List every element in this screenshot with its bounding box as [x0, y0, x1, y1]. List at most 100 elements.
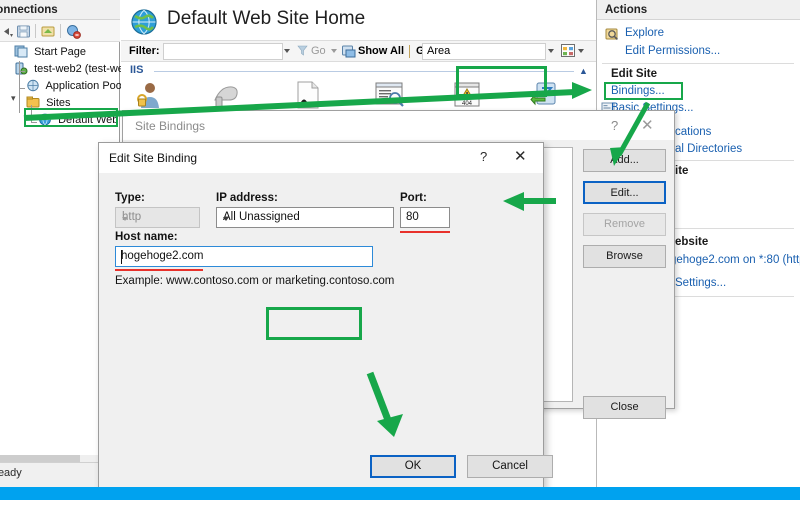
add-binding-button[interactable]: Add...	[583, 149, 666, 172]
tree-item-label: test-web2 (test-web	[34, 63, 131, 75]
edit-binding-titlebar: Edit Site Binding ? ✕	[99, 143, 543, 173]
show-all-icon	[342, 44, 356, 61]
back-icon[interactable]	[0, 24, 15, 39]
tree-line	[19, 61, 20, 113]
host-name-underline-annotation	[115, 269, 203, 271]
tree-item-application-pools[interactable]: Application Poo	[0, 78, 122, 95]
svg-text:404: 404	[462, 101, 473, 107]
iis-section-label: IIS	[130, 64, 144, 76]
view-mode-chevron-down-icon[interactable]	[578, 49, 584, 53]
actions-group-browse-website: ebsite	[675, 236, 709, 248]
group-by-chevron-down-icon[interactable]	[548, 49, 554, 53]
site-bindings-titlebar: Site Bindings ? ✕	[123, 111, 674, 140]
tree-expander-sites[interactable]: ▾	[11, 93, 16, 104]
type-label: Type:	[115, 192, 145, 204]
toolbar-divider	[35, 24, 36, 38]
view-mode-icon[interactable]	[561, 44, 575, 60]
default-document-icon[interactable]	[291, 80, 323, 110]
page-title: Default Web Site Home	[167, 8, 366, 29]
tree-item-label: Start Page	[34, 46, 87, 58]
action-edit-permissions[interactable]: Edit Permissions...	[625, 45, 720, 57]
action-explore[interactable]: Explore	[625, 27, 664, 39]
port-label: Port:	[400, 192, 427, 204]
actions-group-edit-site: Edit Site	[611, 68, 658, 80]
ip-address-select[interactable]: All Unassigned	[216, 207, 394, 228]
edit-binding-button[interactable]: Edit...	[583, 181, 666, 204]
chevron-down-icon[interactable]	[223, 217, 229, 221]
chevron-up-icon[interactable]: ▲	[579, 66, 588, 76]
close-site-bindings-button[interactable]: Close	[583, 396, 666, 419]
host-name-value: hogehoge2.com	[121, 250, 204, 262]
authentication-icon[interactable]	[133, 80, 165, 110]
actions-divider	[675, 228, 794, 229]
ok-button[interactable]: OK	[370, 455, 456, 478]
filter-toolbar[interactable]: Filter: Go Show All Group by: Area	[121, 40, 596, 62]
filter-label: Filter:	[129, 45, 160, 57]
actions-header: Actions	[597, 0, 800, 20]
connect-to-server-icon[interactable]	[41, 24, 56, 39]
start-page-icon	[14, 45, 28, 58]
action-view-virtual-directories[interactable]: al Directories	[675, 143, 742, 155]
ip-address-label: IP address:	[216, 192, 278, 204]
toolbar-divider	[409, 45, 410, 58]
text-cursor	[121, 250, 122, 264]
filter-funnel-icon	[297, 45, 308, 59]
action-view-applications[interactable]: cations	[675, 126, 711, 138]
port-value: 80	[406, 211, 419, 223]
highlight-bindings-link	[604, 82, 683, 100]
action-browse-binding[interactable]: gehoge2.com on *:80 (http)	[670, 254, 800, 266]
tree-item-label: Application Poo	[45, 80, 122, 92]
highlight-ok-button	[266, 307, 362, 340]
close-icon[interactable]: ✕	[514, 147, 527, 165]
host-name-label: Host name:	[115, 231, 178, 243]
actions-group-manage-website: ite	[675, 165, 689, 177]
compression-icon[interactable]	[209, 80, 241, 110]
status-text: Ready	[0, 467, 22, 479]
port-underline-annotation	[400, 231, 450, 233]
type-select: http	[115, 207, 200, 228]
port-input[interactable]: 80	[400, 207, 450, 228]
actions-header-label: Actions	[605, 4, 648, 16]
edit-binding-title: Edit Site Binding	[109, 151, 198, 165]
highlight-edit-button	[456, 66, 547, 97]
action-advanced-settings[interactable]: Settings...	[675, 277, 726, 289]
connections-header-label: Connections	[0, 4, 58, 16]
close-icon[interactable]: ✕	[641, 116, 654, 134]
tree-line	[19, 71, 25, 72]
show-all-button[interactable]: Show All	[358, 45, 404, 57]
browse-binding-button[interactable]: Browse	[583, 245, 666, 268]
chevron-down-icon[interactable]	[284, 49, 290, 53]
tree-item-start-page[interactable]: Start Page	[0, 44, 120, 61]
group-by-value: Area	[427, 45, 451, 57]
host-name-input[interactable]: hogehoge2.com	[115, 246, 373, 267]
globe-icon	[130, 8, 158, 36]
app-pools-icon	[26, 79, 40, 92]
help-icon[interactable]: ?	[611, 118, 618, 133]
chevron-down-icon	[122, 217, 128, 221]
taskbar	[0, 487, 800, 500]
highlight-default-web-node	[24, 108, 118, 127]
help-icon[interactable]: ?	[480, 149, 487, 164]
host-name-example-text: Example: www.contoso.com or marketing.co…	[115, 275, 395, 287]
actions-divider	[602, 63, 794, 64]
disconnect-icon[interactable]	[66, 24, 81, 39]
go-chevron-down-icon[interactable]	[331, 49, 337, 53]
connections-header: Connections	[0, 0, 120, 20]
server-icon	[14, 62, 28, 75]
tree-line	[19, 88, 25, 89]
go-button[interactable]: Go	[311, 45, 326, 57]
actions-divider	[675, 296, 794, 297]
tree-item-server[interactable]: test-web2 (test-web	[0, 61, 130, 78]
page-title-bar: Default Web Site Home	[121, 0, 596, 40]
filter-input[interactable]	[163, 43, 283, 60]
connections-toolbar[interactable]	[0, 20, 120, 42]
site-bindings-title: Site Bindings	[135, 119, 206, 133]
page-background	[0, 500, 800, 519]
ip-address-value: All Unassigned	[223, 211, 300, 223]
cancel-button[interactable]: Cancel	[467, 455, 553, 478]
toolbar-divider-2	[60, 24, 61, 38]
explore-icon	[605, 27, 619, 41]
save-icon[interactable]	[16, 24, 31, 39]
directory-browsing-icon[interactable]	[373, 80, 405, 110]
actions-divider	[675, 160, 794, 161]
